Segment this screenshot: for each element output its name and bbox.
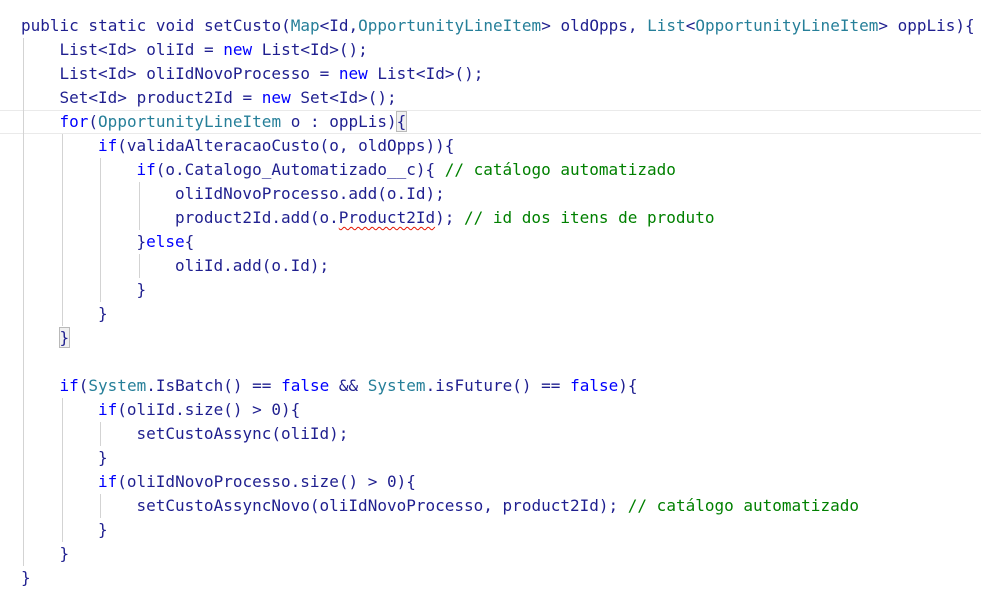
code-token: } — [59, 544, 70, 563]
code-token: System — [88, 376, 147, 395]
code-token: public static void setCusto( — [21, 16, 291, 35]
code-token: } — [58, 327, 71, 348]
code-editor[interactable]: public static void setCusto(Map<Id,Oppor… — [0, 0, 981, 596]
code-token: if — [136, 160, 156, 179]
code-token: OpportunityLineItem — [358, 16, 542, 35]
code-token: } — [98, 304, 108, 323]
code-line[interactable]: if(System.IsBatch() == false && System.i… — [60, 374, 638, 398]
code-line[interactable]: setCustoAssyncNovo(oliIdNovoProcesso, pr… — [137, 494, 859, 518]
code-line[interactable]: } — [21, 566, 31, 590]
code-token: new — [338, 64, 368, 83]
code-token: List — [647, 16, 686, 35]
code-line[interactable]: Set<Id> product2Id = new Set<Id>(); — [60, 86, 397, 110]
code-token: if — [98, 136, 118, 155]
code-line[interactable]: oliIdNovoProcesso.add(o.Id); — [175, 182, 445, 206]
code-token: List<Id> oliIdNovoProcesso = — [59, 64, 339, 83]
code-token: oliIdNovoProcesso.add(o.Id); — [175, 184, 445, 203]
code-line[interactable]: } — [58, 326, 71, 350]
code-token: (oliIdNovoProcesso.size() > 0){ — [117, 472, 416, 491]
indent-guide — [100, 158, 101, 302]
indent-guide — [138, 254, 140, 278]
error-token: Product2Id — [338, 208, 436, 227]
code-token: .isFuture() == — [425, 376, 571, 395]
code-token: OpportunityLineItem — [98, 112, 282, 131]
code-line[interactable]: if(oliId.size() > 0){ — [98, 398, 300, 422]
code-token: setCustoAssyncNovo(oliIdNovoProcesso, pr… — [136, 496, 628, 515]
code-token: Set<Id> product2Id = — [59, 88, 262, 107]
code-token: System — [367, 376, 426, 395]
indent-guide — [100, 494, 101, 518]
code-line[interactable]: oliId.add(o.Id); — [175, 254, 329, 278]
code-token: ); — [435, 208, 464, 227]
code-line[interactable]: }else{ — [137, 230, 195, 254]
code-line[interactable]: } — [98, 302, 108, 326]
code-line[interactable]: if(oliIdNovoProcesso.size() > 0){ — [98, 470, 416, 494]
code-line[interactable]: if(validaAlteracaoCusto(o, oldOpps)){ — [98, 134, 454, 158]
code-token: List<Id> oliId = — [59, 40, 224, 59]
code-token: (o.Catalogo_Automatizado__c){ — [155, 160, 445, 179]
indent-guide — [138, 182, 140, 230]
code-token: ){ — [618, 376, 638, 395]
code-token: (oliId.size() > 0){ — [117, 400, 301, 419]
indent-guide — [61, 134, 63, 326]
indent-guide — [100, 422, 101, 446]
code-token: } — [136, 280, 147, 299]
code-line[interactable]: } — [98, 446, 108, 470]
code-token: new — [261, 88, 291, 107]
code-token: setCustoAssync(oliId); — [136, 424, 349, 443]
code-line[interactable]: List<Id> oliId = new List<Id>(); — [60, 38, 368, 62]
code-token: oliId.add(o.Id); — [175, 256, 330, 275]
indent-guide — [61, 398, 63, 542]
code-token: <Id, — [319, 16, 359, 35]
code-token: for — [59, 112, 89, 131]
code-token: { — [184, 232, 195, 251]
code-token: Set<Id>(); — [290, 88, 397, 107]
code-token: false — [281, 376, 330, 395]
code-line[interactable]: } — [60, 542, 70, 566]
code-token: ( — [78, 376, 89, 395]
code-line[interactable]: product2Id.add(o.Product2Id); // id dos … — [175, 206, 714, 230]
code-token: && — [329, 376, 368, 395]
code-token: < — [685, 16, 696, 35]
code-token: } — [98, 448, 108, 467]
code-comment: // id dos itens de produto — [464, 208, 715, 227]
code-token: if — [59, 376, 79, 395]
code-token: (validaAlteracaoCusto(o, oldOpps)){ — [117, 136, 455, 155]
code-comment: // catálogo automatizado — [444, 160, 676, 179]
code-line[interactable]: if(o.Catalogo_Automatizado__c){ // catál… — [137, 158, 676, 182]
indent-guide — [23, 38, 24, 566]
code-token: > oppLis){ — [878, 16, 975, 35]
code-token: if — [98, 472, 118, 491]
code-token: Map — [290, 16, 320, 35]
code-token: product2Id.add(o. — [175, 208, 339, 227]
code-token: false — [570, 376, 619, 395]
code-line[interactable]: } — [98, 518, 108, 542]
code-token: o : oppLis) — [281, 112, 397, 131]
code-token: OpportunityLineItem — [695, 16, 879, 35]
code-token: else — [146, 232, 185, 251]
code-token: } — [136, 232, 147, 251]
code-token: List<Id>(); — [367, 64, 484, 83]
code-token: new — [223, 40, 253, 59]
code-line[interactable]: for(OpportunityLineItem o : oppLis){ — [59, 110, 408, 134]
code-token: { — [395, 111, 408, 132]
code-line[interactable]: public static void setCusto(Map<Id,Oppor… — [21, 14, 975, 38]
code-line[interactable]: } — [137, 278, 147, 302]
code-token: List<Id>(); — [252, 40, 368, 59]
code-line[interactable]: List<Id> oliIdNovoProcesso = new List<Id… — [60, 62, 484, 86]
code-token: } — [21, 568, 31, 587]
code-comment: // catálogo automatizado — [627, 496, 859, 515]
code-line[interactable]: setCustoAssync(oliId); — [137, 422, 349, 446]
code-token: } — [98, 520, 108, 539]
code-token: > oldOpps, — [541, 16, 648, 35]
code-token: .IsBatch() == — [146, 376, 282, 395]
code-token: if — [98, 400, 118, 419]
code-token: ( — [88, 112, 99, 131]
